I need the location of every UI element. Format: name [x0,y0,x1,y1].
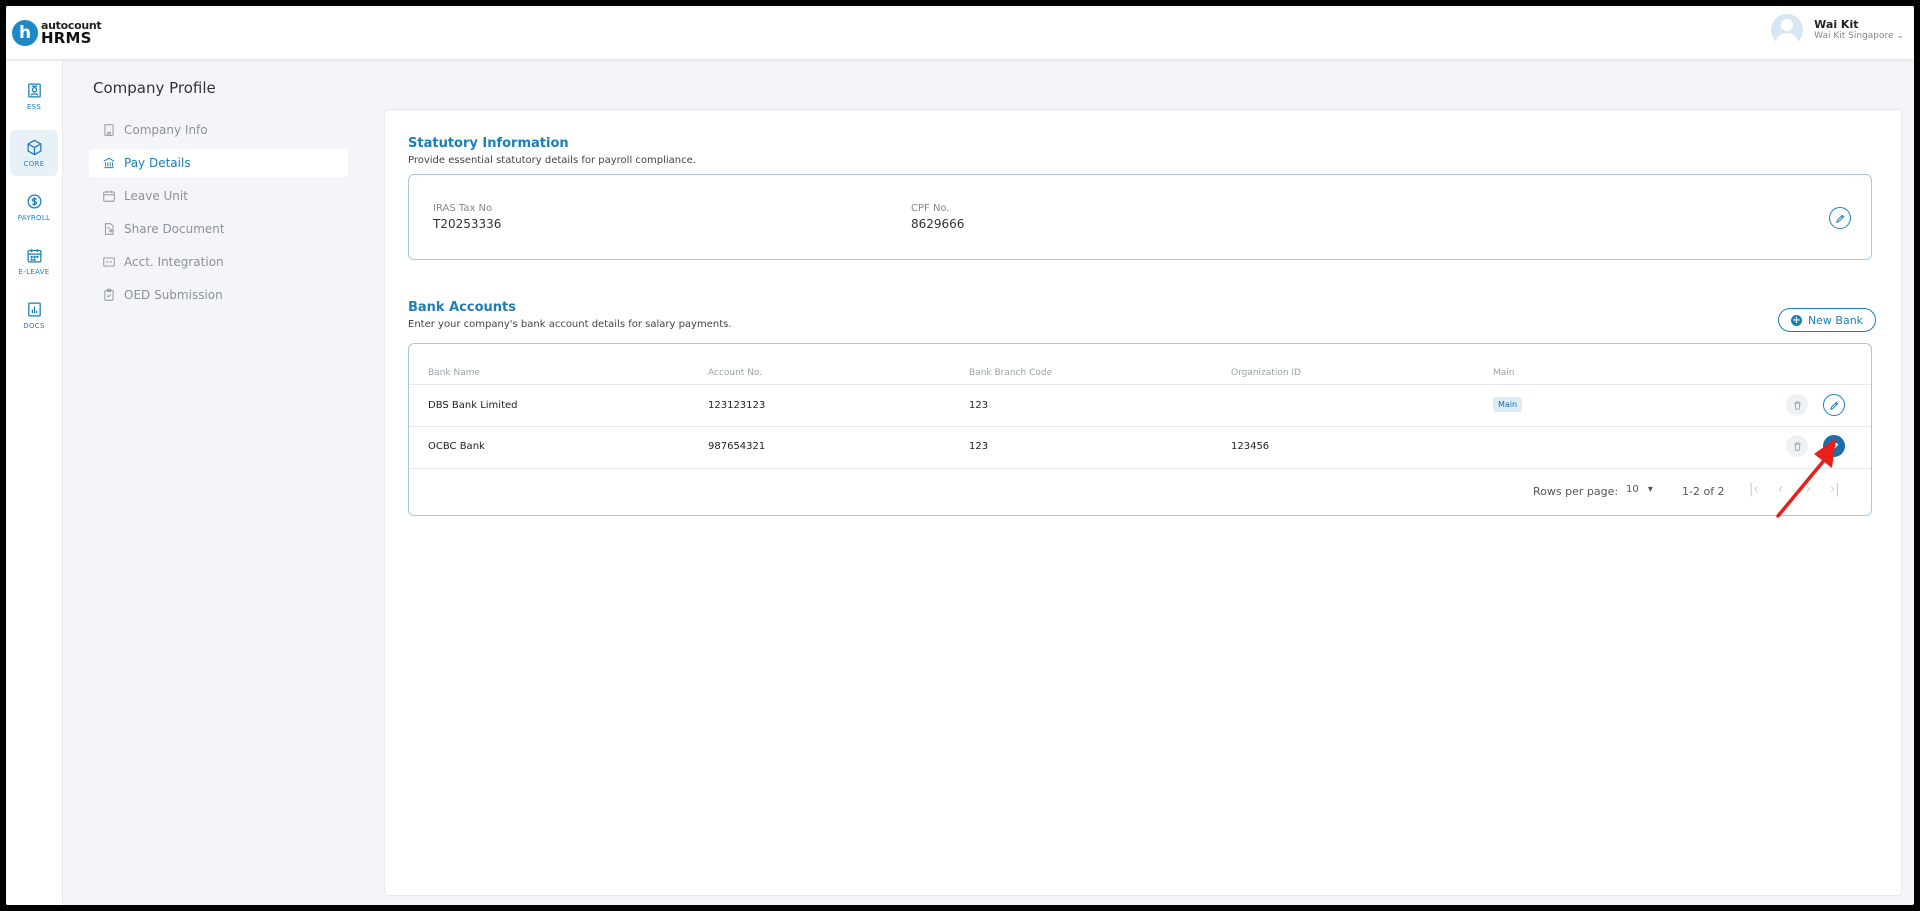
rows-per-page-select[interactable]: 10 ▾ [1626,484,1653,495]
bank-accounts-title: Bank Accounts [408,300,516,315]
caret-down-icon: ▾ [1647,484,1653,495]
user-name: Wai Kit [1814,18,1859,31]
new-bank-label: New Bank [1807,313,1864,327]
column-header: Organization ID [1231,368,1301,378]
module-rail: ESS CORE PAYROLL E-LEAVE DOCS [6,61,63,905]
cell-bank-name: DBS Bank Limited [428,400,518,411]
submenu-item-oed-submission[interactable]: OED Submission [89,281,348,309]
statutory-title: Statutory Information [408,136,569,151]
pay-details-card: Statutory Information Provide essential … [384,109,1902,896]
iras-label: IRAS Tax No [433,203,493,214]
calendar-icon [26,248,42,263]
statutory-subtitle: Provide essential statutory details for … [408,155,696,166]
rail-item-payroll[interactable]: PAYROLL [10,184,58,230]
main-badge: Main [1493,397,1523,412]
column-header: Bank Branch Code [969,368,1053,378]
rail-item-docs[interactable]: DOCS [10,292,58,338]
submenu-item-share-document[interactable]: Share Document [89,215,348,243]
rail-label: DOCS [23,321,45,330]
edit-bank-button[interactable] [1823,394,1845,416]
document-chart-icon [27,301,41,317]
plus-circle-icon: + [1790,314,1802,326]
bank-accounts-subtitle: Enter your company's bank account detail… [408,319,732,330]
logo-bottom-text: HRMS [41,29,92,47]
cpf-label: CPF No. [911,203,950,214]
annotation-arrow-icon [1776,438,1836,518]
new-bank-button[interactable]: + New Bank [1778,308,1876,332]
cell-org-id: 123456 [1231,441,1270,452]
share-document-icon [105,223,114,235]
cpf-value: 8629666 [911,217,965,231]
submenu-label: Acct. Integration [124,255,224,269]
rail-item-ess[interactable]: ESS [10,73,58,119]
cube-icon [26,139,42,155]
column-header: Main [1493,368,1515,378]
bank-table: Bank Name Account No. Bank Branch Code O… [408,343,1872,516]
submenu-label: Pay Details [124,156,191,170]
user-company: Wai Kit Singapore ⌄ [1814,31,1904,42]
rail-label: PAYROLL [17,213,51,222]
submenu-item-leave-unit[interactable]: Leave Unit [89,182,348,210]
avatar[interactable] [1771,14,1804,46]
cell-bank-name: OCBC Bank [428,441,485,452]
rail-label: E-LEAVE [18,267,50,276]
clipboard-icon [104,288,114,301]
logo-mark: h [12,20,38,46]
statutory-box: IRAS Tax No T20253336 CPF No. 8629666 [408,174,1872,260]
profile-submenu: Company Info Pay Details Leave Unit Shar… [89,116,348,314]
submenu-label: Share Document [124,222,225,236]
dollar-icon [26,193,42,209]
top-bar: h autocount HRMS Wai Kit Wai Kit Singapo… [6,6,1914,60]
app-window: h autocount HRMS Wai Kit Wai Kit Singapo… [6,6,1914,905]
edit-statutory-button[interactable] [1829,207,1851,229]
cell-account-no: 123123123 [708,400,766,411]
rail-item-core[interactable]: CORE [10,130,58,176]
app-logo[interactable]: h autocount HRMS [12,18,102,48]
submenu-label: Leave Unit [124,189,188,203]
rail-label: ESS [26,102,42,111]
iras-value: T20253336 [433,217,502,231]
delete-bank-button[interactable] [1786,394,1808,416]
first-page-icon[interactable]: |‹ [1749,482,1759,497]
divider [409,384,1871,385]
column-header: Account No. [708,368,763,378]
integration-icon [103,257,115,267]
user-menu[interactable]: Wai Kit Wai Kit Singapore ⌄ [1771,14,1904,46]
submenu-item-acct-integration[interactable]: Acct. Integration [89,248,348,276]
submenu-label: OED Submission [124,288,223,302]
rail-item-eleave[interactable]: E-LEAVE [10,238,58,284]
trash-icon [1793,400,1801,410]
submenu-item-company-info[interactable]: Company Info [89,116,348,144]
divider [409,468,1871,469]
building-icon [104,124,114,136]
pencil-icon [1835,214,1844,223]
column-header: Bank Name [428,368,481,378]
pagination-range: 1-2 of 2 [1682,485,1725,498]
rows-per-page-label: Rows per page: [1533,485,1619,498]
submenu-item-pay-details[interactable]: Pay Details [89,149,348,177]
divider [409,426,1871,427]
chevron-down-icon: ⌄ [1896,31,1904,42]
cell-branch-code: 123 [969,400,989,411]
calendar-icon [103,190,115,202]
cell-branch-code: 123 [969,441,989,452]
id-card-icon [27,82,41,98]
bank-icon [103,157,115,169]
submenu-label: Company Info [124,123,208,137]
pencil-icon [1829,401,1838,410]
cell-account-no: 987654321 [708,441,766,452]
rail-label: CORE [23,159,45,168]
page-title: Company Profile [93,79,216,97]
